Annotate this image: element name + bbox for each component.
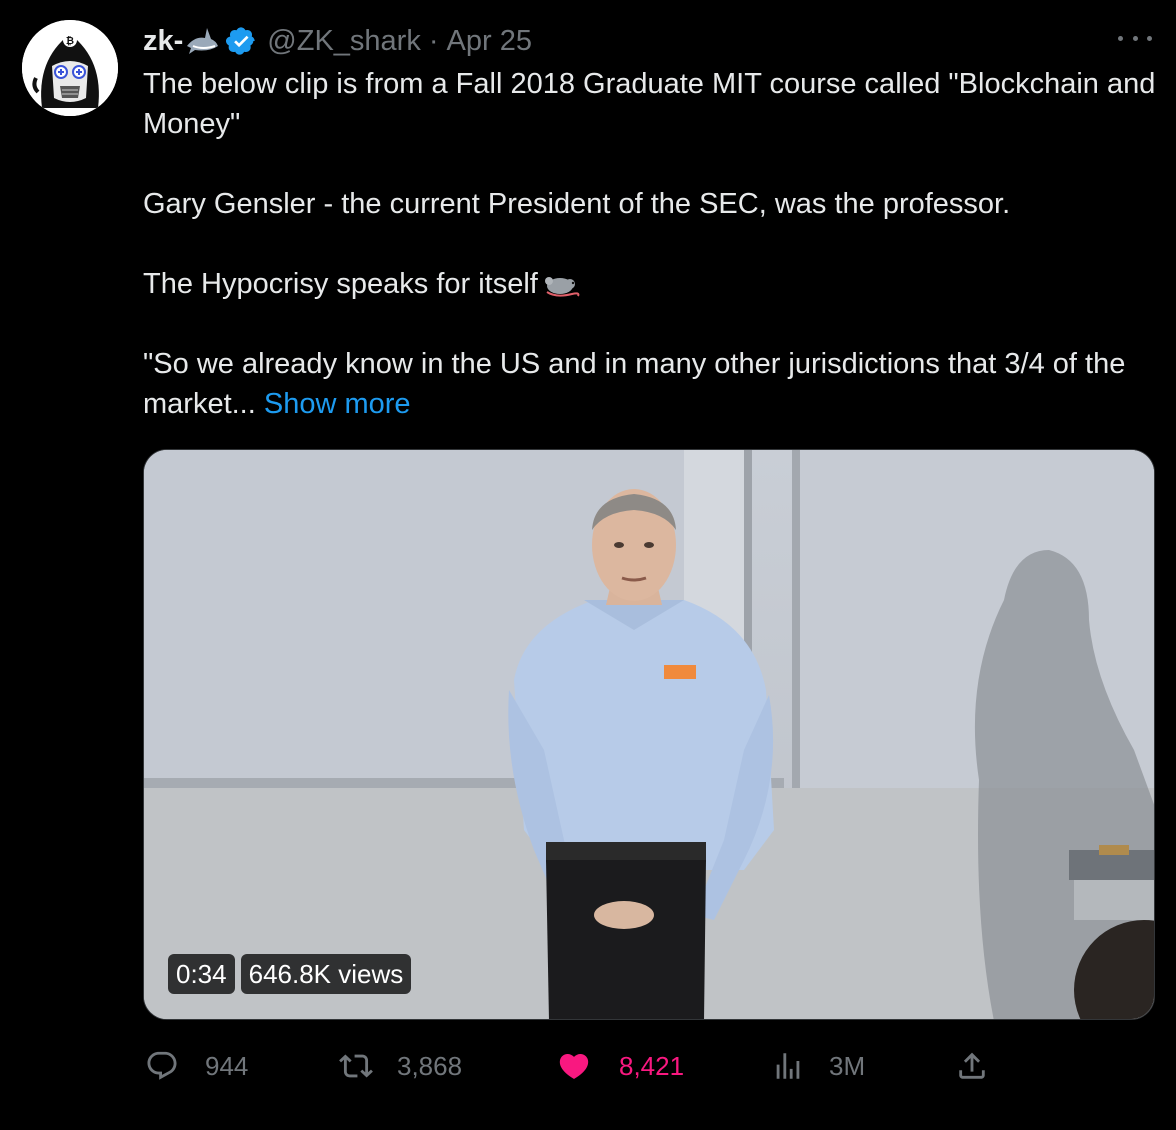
like-count: 8,421 — [619, 1050, 685, 1081]
tweet-paragraph-truncated: "So we already know in the US and in man… — [143, 344, 1163, 424]
tweet-paragraph: The below clip is from a Fall 2018 Gradu… — [143, 68, 1156, 140]
view-count: 3M — [829, 1050, 866, 1081]
user-handle[interactable]: @ZK_shark — [267, 25, 421, 58]
tweet-paragraph-with-emoji: The Hypocrisy speaks for itself — [143, 264, 1163, 304]
video-views: 646.8K views — [240, 954, 412, 994]
video-badges: 0:34 646.8K views — [168, 954, 412, 994]
verified-badge-icon[interactable] — [225, 25, 257, 57]
video-duration: 0:34 — [168, 954, 235, 994]
video-player[interactable]: 0:34 646.8K views — [143, 449, 1155, 1020]
show-more-link[interactable]: Show more — [264, 388, 411, 420]
tweet[interactable]: ₿ zk- @ZK_shark · Apr 25 The below clip … — [0, 0, 1176, 1130]
share-button[interactable] — [955, 1042, 989, 1090]
more-options-icon[interactable] — [1118, 28, 1152, 48]
retweet-icon — [339, 1054, 373, 1078]
views-button[interactable]: 3M — [771, 1042, 865, 1090]
reply-count: 944 — [205, 1050, 249, 1081]
shark-emoji-icon — [185, 26, 219, 56]
retweet-count: 3,868 — [397, 1050, 463, 1081]
heart-icon — [559, 1053, 589, 1079]
like-button[interactable]: 8,421 — [557, 1042, 684, 1090]
action-bar: 944 3,868 8,421 3M — [143, 1042, 1155, 1090]
reply-icon — [147, 1051, 177, 1080]
rat-emoji-icon — [542, 269, 582, 297]
tweet-text: The below clip is from a Fall 2018 Gradu… — [143, 64, 1163, 424]
svg-text:₿: ₿ — [66, 35, 74, 47]
tweet-paragraph: The Hypocrisy speaks for itself — [143, 268, 538, 300]
tweet-header: zk- @ZK_shark · Apr 25 — [143, 22, 532, 60]
reply-button[interactable]: 944 — [145, 1042, 248, 1090]
display-name[interactable]: zk- — [143, 25, 183, 58]
video-thumbnail — [144, 450, 1154, 1019]
retweet-button[interactable]: 3,868 — [339, 1042, 462, 1090]
tweet-paragraph: Gary Gensler - the current President of … — [143, 188, 1011, 220]
tweet-date[interactable]: Apr 25 — [447, 25, 532, 58]
avatar[interactable]: ₿ — [22, 20, 118, 116]
separator-dot: · — [428, 24, 439, 57]
analytics-icon — [776, 1053, 800, 1079]
avatar-image: ₿ — [22, 20, 118, 116]
share-icon — [959, 1052, 985, 1079]
